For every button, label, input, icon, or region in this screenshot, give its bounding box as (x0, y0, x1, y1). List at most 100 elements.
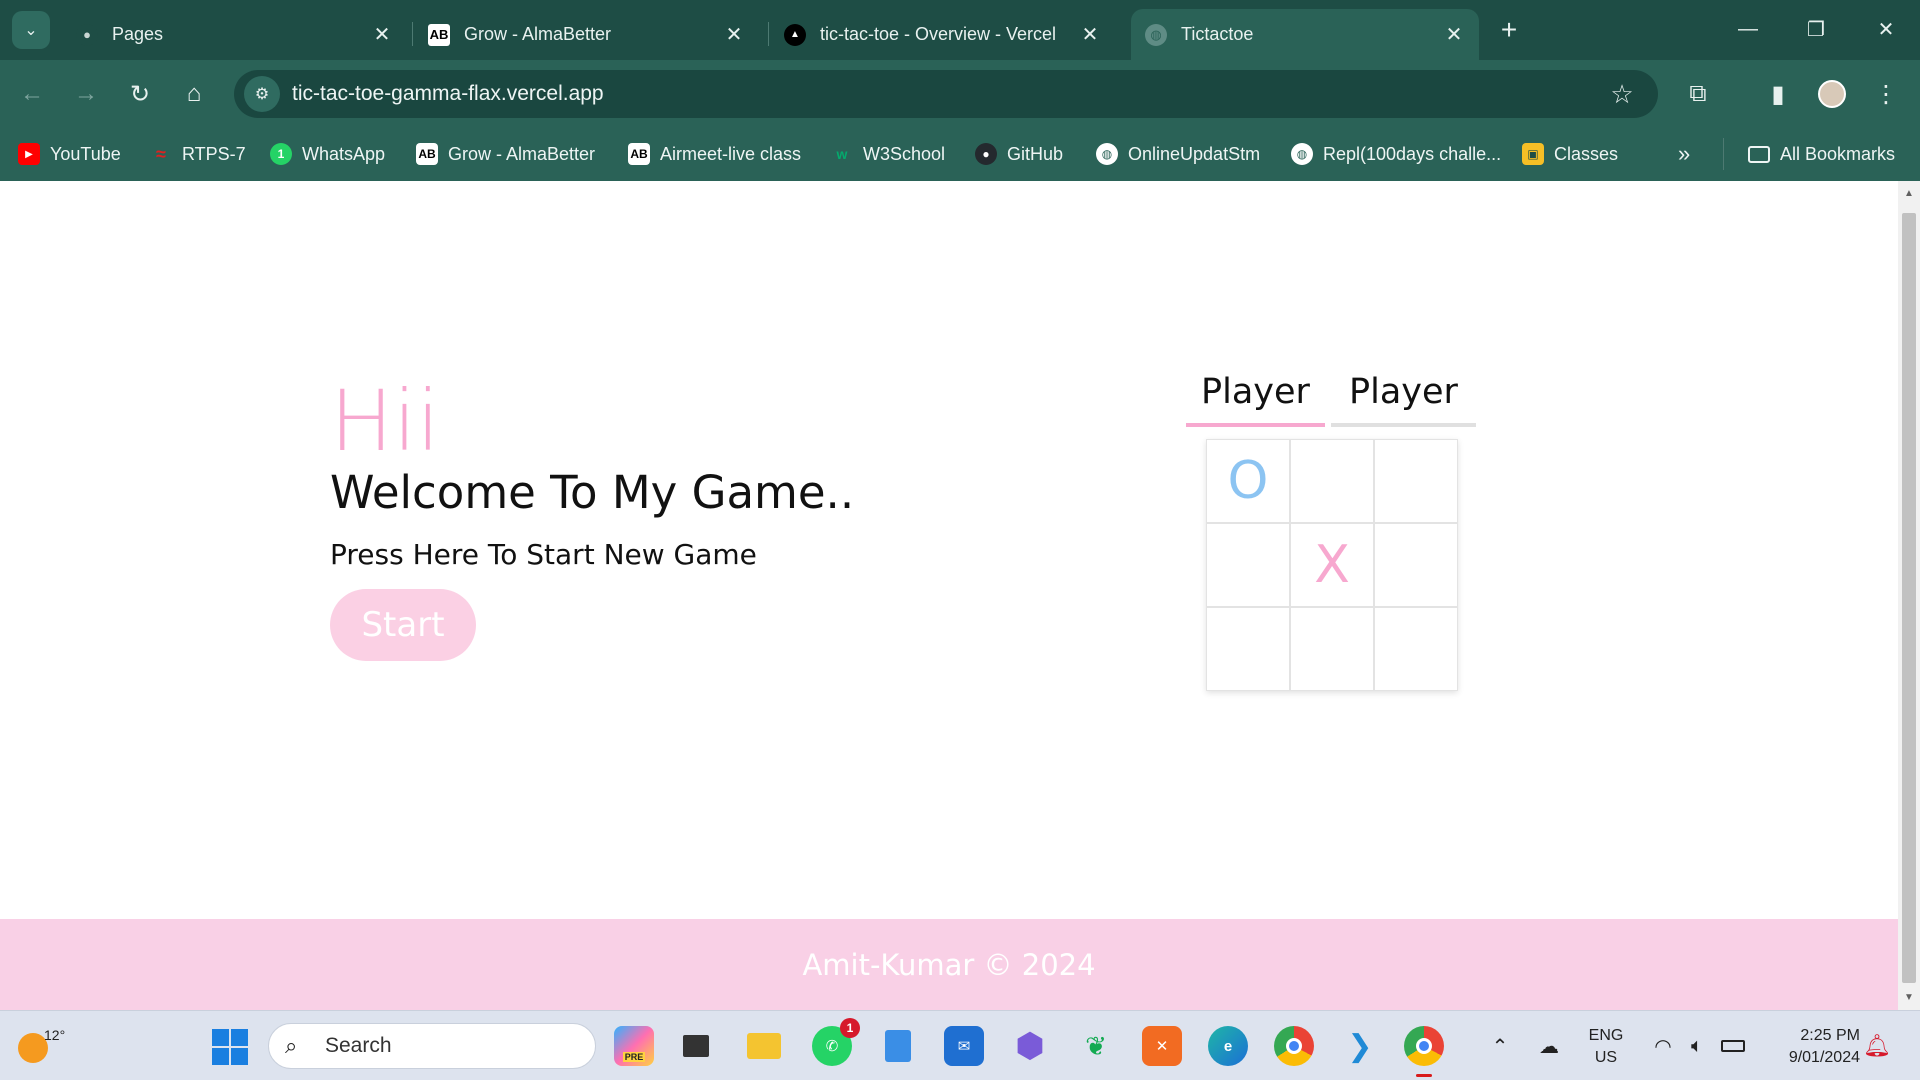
onedrive-button[interactable]: ☁ (1532, 1029, 1566, 1063)
minimize-button[interactable]: — (1728, 12, 1768, 46)
xampp-icon: ✕ (1155, 1038, 1169, 1055)
more-bookmarks-button[interactable]: » (1678, 140, 1690, 168)
scrollbar-thumb[interactable] (1902, 213, 1916, 983)
close-icon[interactable]: ✕ (1079, 22, 1101, 47)
puzzle-icon: ⧉ (1689, 80, 1707, 107)
bookmark-almabetter[interactable]: AB Grow - AlmaBetter (416, 140, 595, 168)
scroll-up-icon[interactable]: ▲ (1898, 183, 1920, 203)
notepad-icon (885, 1030, 911, 1062)
globe-icon: ◍ (1096, 143, 1118, 165)
restore-button[interactable]: ❐ (1796, 12, 1836, 46)
file-explorer-app[interactable] (744, 1026, 784, 1066)
mail-icon: ✉ (957, 1038, 971, 1055)
taskbar-clock[interactable]: 2:25 PM 9/01/2024 (1760, 1025, 1860, 1069)
page-scrollbar[interactable]: ▲ ▼ (1898, 181, 1920, 1010)
tab-tictactoe[interactable]: ◍ Tictactoe ✕ (1131, 9, 1479, 60)
show-hidden-icons-button[interactable]: ⌃ (1486, 1029, 1514, 1063)
taskbar-search[interactable]: ⌕ Search (268, 1023, 596, 1069)
tab-vercel[interactable]: ▲ tic-tac-toe - Overview - Vercel ✕ (770, 9, 1115, 60)
tab-search-button[interactable]: ⌄ (12, 11, 50, 49)
start-menu-button[interactable] (212, 1029, 248, 1065)
xampp-app[interactable]: ✕ (1142, 1026, 1182, 1066)
board-cell-6[interactable] (1374, 523, 1458, 607)
close-icon[interactable]: ✕ (371, 22, 393, 47)
board-cell-2[interactable] (1290, 439, 1374, 523)
back-button[interactable]: ← (14, 76, 50, 112)
bookmark-youtube[interactable]: ▶ YouTube (18, 140, 121, 168)
new-tab-button[interactable]: + (1493, 14, 1525, 46)
bookmark-w3school[interactable]: w W3School (831, 140, 946, 168)
edge-app[interactable]: e (1208, 1026, 1248, 1066)
vscode-app[interactable]: ❯ (1340, 1026, 1380, 1066)
all-bookmarks-button[interactable]: All Bookmarks (1748, 140, 1895, 168)
github-icon: ● (975, 143, 997, 165)
notepad-app[interactable] (878, 1026, 918, 1066)
close-window-button[interactable]: ✕ (1866, 12, 1906, 46)
notification-bell-icon[interactable]: 🔔︎ (1863, 1033, 1891, 1059)
mongodb-app[interactable]: ❦ (1076, 1026, 1116, 1066)
forward-button[interactable]: → (68, 76, 104, 112)
bookmark-label: Airmeet-live class (660, 143, 802, 164)
bookmark-github[interactable]: ● GitHub (975, 140, 1063, 168)
home-button[interactable]: ⌂ (176, 76, 212, 112)
extensions-button[interactable]: ⧉ (1680, 76, 1716, 112)
almabetter-icon: AB (428, 23, 450, 46)
whatsapp-icon: 1 (270, 143, 292, 165)
chrome-app[interactable] (1274, 1026, 1314, 1066)
language-indicator[interactable]: ENG US (1583, 1025, 1629, 1069)
tab-almabetter[interactable]: AB Grow - AlmaBetter ✕ (414, 9, 759, 60)
task-view-icon (683, 1035, 709, 1057)
close-icon[interactable]: ✕ (1443, 22, 1465, 47)
board-cell-8[interactable] (1290, 607, 1374, 691)
side-panel-button[interactable]: ▮ (1760, 76, 1796, 112)
tab-title: Tictactoe (1181, 24, 1254, 44)
mail-app[interactable]: ✉ (944, 1026, 984, 1066)
reload-button[interactable]: ↻ (122, 76, 158, 112)
bookmark-label: WhatsApp (302, 143, 386, 164)
wifi-icon: ◠ (1654, 1035, 1672, 1058)
board-cell-7[interactable] (1206, 607, 1290, 691)
language-code: ENG (1588, 1027, 1624, 1044)
wifi-button[interactable]: ◠ (1648, 1029, 1678, 1063)
profile-button[interactable] (1814, 76, 1850, 112)
restore-icon: ❐ (1807, 18, 1825, 41)
tab-pages[interactable]: ● Pages ✕ (62, 9, 407, 60)
bookmark-airmeet[interactable]: AB Airmeet-live class (628, 140, 801, 168)
volume-button[interactable]: 🔈︎ (1682, 1029, 1712, 1063)
weather-widget[interactable]: 12° (16, 1025, 65, 1065)
browser-toolbar: ← → ↻ ⌂ ⚙ tic-tac-toe-gamma-flax.vercel.… (0, 60, 1920, 128)
address-bar[interactable]: ⚙ tic-tac-toe-gamma-flax.vercel.app ☆ (234, 70, 1658, 118)
board-cell-1[interactable]: O (1206, 439, 1290, 523)
bookmark-rtps[interactable]: ≈ RTPS-7 (150, 140, 246, 168)
whatsapp-app[interactable]: ✆ 1 (812, 1018, 860, 1066)
battery-button[interactable] (1718, 1029, 1748, 1063)
start-button[interactable]: Start (330, 589, 476, 661)
tab-strip: ⌄ ● Pages ✕ AB Grow - AlmaBetter ✕ ▲ tic… (0, 0, 1920, 60)
m365-app[interactable]: ⬢ (1010, 1026, 1050, 1066)
board-cell-9[interactable] (1374, 607, 1458, 691)
bookmark-label: All Bookmarks (1780, 143, 1896, 164)
bookmark-repl[interactable]: ◍ Repl(100days challe... (1291, 140, 1501, 168)
player-o-tab: Player O (1331, 361, 1476, 474)
board-cell-3[interactable] (1374, 439, 1458, 523)
bookmark-classes[interactable]: ▣ Classes (1522, 140, 1618, 168)
bookmark-star-icon[interactable]: ☆ (1604, 76, 1640, 112)
home-icon: ⌂ (186, 80, 202, 107)
bookmark-label: YouTube (50, 143, 121, 164)
tab-title: tic-tac-toe - Overview - Vercel (820, 24, 1057, 44)
scroll-down-icon[interactable]: ▼ (1898, 987, 1920, 1007)
chrome-profile-app[interactable] (1404, 1026, 1444, 1077)
copilot-app[interactable]: PRE (614, 1026, 654, 1066)
bookmark-onlineupdatstm[interactable]: ◍ OnlineUpdatStm (1096, 140, 1260, 168)
close-icon[interactable]: ✕ (723, 22, 745, 47)
board-cell-4[interactable] (1206, 523, 1290, 607)
clock-date: 9/01/2024 (1788, 1049, 1860, 1066)
bookmark-whatsapp[interactable]: 1 WhatsApp (270, 140, 385, 168)
board-cell-5[interactable]: X (1290, 523, 1374, 607)
site-info-icon[interactable]: ⚙ (244, 76, 280, 112)
avatar (1818, 80, 1846, 108)
task-view-app[interactable] (676, 1026, 716, 1066)
address-text[interactable]: tic-tac-toe-gamma-flax.vercel.app (292, 82, 1604, 106)
start-instruction: Press Here To Start New Game (330, 538, 757, 571)
menu-button[interactable]: ⋮ (1868, 76, 1904, 112)
